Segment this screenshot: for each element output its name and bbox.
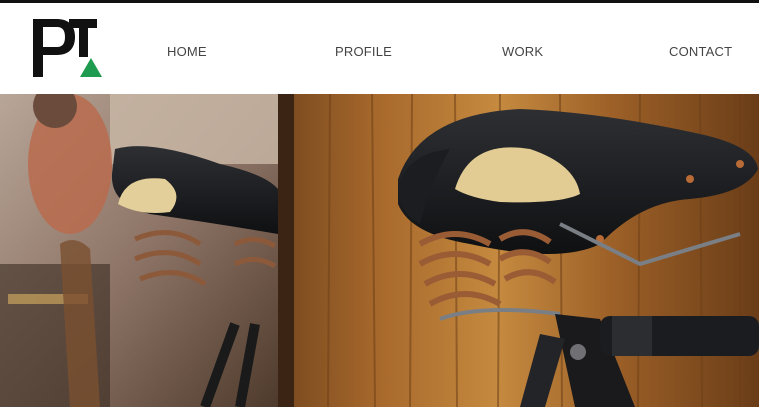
site-header: HOME PROFILE WORK CONTACT: [0, 3, 759, 94]
nav-contact[interactable]: CONTACT: [669, 44, 732, 59]
nav-work[interactable]: WORK: [502, 44, 543, 59]
hero-image: [0, 94, 759, 407]
nav-home[interactable]: HOME: [167, 44, 207, 59]
nav-profile[interactable]: PROFILE: [335, 44, 392, 59]
bicycle-saddle-photo: [0, 94, 759, 407]
main-nav: HOME PROFILE WORK CONTACT: [0, 44, 759, 64]
